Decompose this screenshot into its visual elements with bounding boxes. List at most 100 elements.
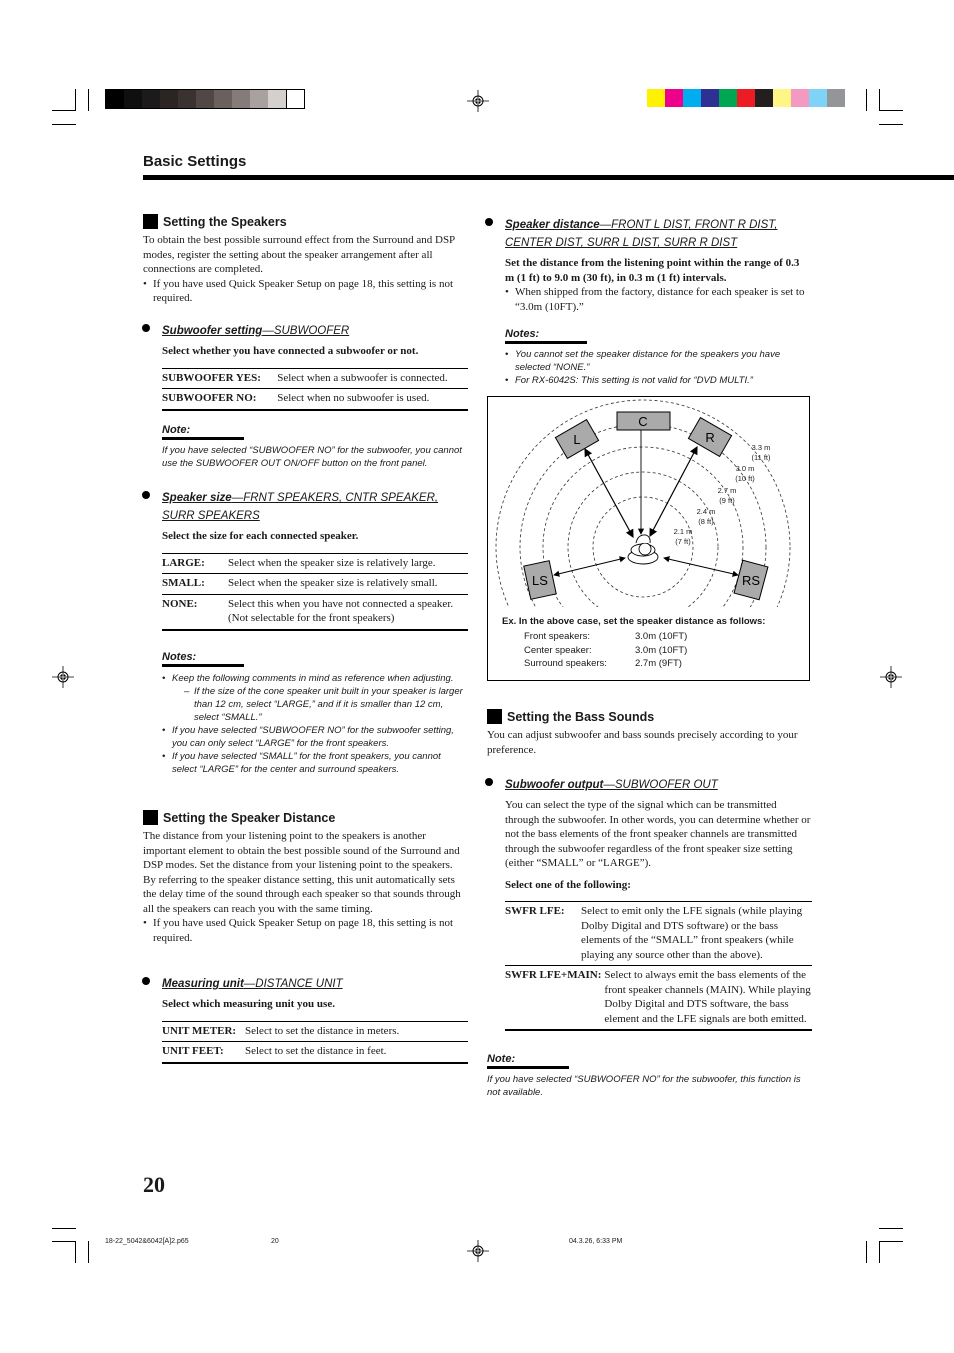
note-item: If you have selected “SMALL” for the fro… — [162, 750, 468, 776]
measuring-unit-title: Measuring unit—DISTANCE UNIT — [162, 978, 343, 990]
example-row: Front speakers: 3.0m (10FT) — [524, 631, 688, 642]
crop-mark — [879, 1241, 880, 1263]
footer-file-name: 18-22_5042&6042[A]2.p65 — [105, 1238, 189, 1245]
calibration-swatch — [683, 89, 701, 107]
section-title-bass: Setting the Bass Sounds — [487, 709, 812, 724]
bass-note-block: Note: If you have selected “SUBWOOFER NO… — [487, 1053, 812, 1099]
option-row: LARGE: Select when the speaker size is re… — [162, 553, 468, 574]
calibration-swatch — [124, 90, 142, 108]
crop-mark — [879, 124, 903, 125]
crop-mark — [75, 1241, 76, 1263]
distance-paragraph-1: The distance from your listening point t… — [143, 830, 460, 871]
calibration-swatch — [647, 89, 665, 107]
calibration-swatch — [214, 90, 232, 108]
calibration-swatch — [665, 89, 683, 107]
registration-mark-icon — [880, 666, 902, 688]
speaker-distance-diagram: C L R LS RS 2.1 m (7 ft) 2.4 m (8 ft) 2.… — [487, 396, 810, 681]
speaker-size-title: Speaker size—FRNT SPEAKERS, CNTR SPEAKER… — [162, 492, 439, 522]
example-title: Ex. In the above case, set the speaker d… — [502, 616, 766, 627]
ring-label-m: 3.3 m — [752, 443, 771, 452]
calibration-swatch — [232, 90, 250, 108]
bullet-icon — [142, 491, 150, 499]
note-item: Keep the following comments in mind as r… — [162, 672, 468, 724]
svg-text:R: R — [705, 430, 714, 445]
crop-mark — [52, 124, 76, 125]
option-row: UNIT FEET: Select to set the distance in … — [162, 1041, 468, 1063]
notes-heading: Notes: — [162, 651, 244, 667]
listener-icon — [627, 534, 659, 565]
subwoofer-output-block: Subwoofer output—SUBWOOFER OUT You can s… — [485, 775, 812, 1031]
calibration-swatch — [755, 89, 773, 107]
crop-mark — [88, 1241, 89, 1263]
crop-mark — [879, 1228, 903, 1229]
note-heading: Note: — [487, 1053, 569, 1069]
calibration-swatch — [737, 89, 755, 107]
speaker-RS: RS — [733, 559, 769, 601]
notes-list: Keep the following comments in mind as r… — [162, 672, 468, 776]
calibration-swatch — [178, 90, 196, 108]
bass-intro: You can adjust subwoofer and bass sounds… — [487, 729, 798, 756]
calibration-swatch — [827, 89, 845, 107]
distance-paragraph-2: By referring to the speaker distance set… — [143, 873, 461, 915]
example-row: Center speaker: 3.0m (10FT) — [524, 644, 688, 656]
distance-bullet: If you have used Quick Speaker Setup on … — [143, 916, 468, 945]
bullet-icon — [142, 977, 150, 985]
option-row: NONE: Select this when you have not conne… — [162, 594, 468, 630]
subwoofer-output-instruction: Select one of the following: — [505, 878, 631, 891]
svg-text:RS: RS — [742, 573, 760, 588]
bullet-icon — [485, 218, 493, 226]
speaker-distance-title: Speaker distance—FRONT L DIST, FRONT R D… — [505, 219, 778, 249]
option-row: SWFR LFE+MAIN: Select to always emit the … — [505, 965, 812, 1030]
subwoofer-instruction: Select whether you have connected a subw… — [162, 345, 419, 357]
calibration-swatch — [250, 90, 268, 108]
speaker-size-instruction: Select the size for each connected speak… — [162, 530, 359, 542]
ring-label-ft: (7 ft) — [675, 537, 691, 546]
section-marker-icon — [143, 214, 158, 229]
option-row: SMALL: Select when the speaker size is re… — [162, 573, 468, 595]
speaker-distance-instruction: Set the distance from the listening poin… — [505, 257, 800, 284]
page-header-title: Basic Settings — [143, 153, 247, 170]
sub-note-item: If the size of the cone speaker unit bui… — [184, 685, 468, 724]
calibration-swatch — [286, 90, 304, 108]
registration-mark-icon — [467, 1240, 489, 1262]
bullet-icon — [142, 324, 150, 332]
section-marker-icon — [487, 709, 502, 724]
note-heading: Note: — [162, 424, 244, 440]
ring-label-m: 3.0 m — [736, 464, 755, 473]
arrow-left — [584, 447, 634, 539]
speaker-L: L — [554, 418, 600, 460]
calibration-swatch — [701, 89, 719, 107]
crop-mark — [52, 1241, 76, 1242]
crop-mark — [75, 89, 76, 111]
crop-mark — [88, 89, 89, 111]
note-text: If you have selected “SUBWOOFER NO” for … — [487, 1074, 801, 1098]
calibration-swatch — [791, 89, 809, 107]
registration-mark-icon — [467, 90, 489, 112]
header-rule — [143, 175, 954, 180]
ring-label-m: 2.4 m — [697, 507, 716, 516]
section-title-distance: Setting the Speaker Distance — [143, 810, 468, 825]
crop-mark — [52, 1228, 76, 1229]
calibration-swatch — [773, 89, 791, 107]
svg-text:LS: LS — [532, 573, 548, 588]
section-marker-icon — [143, 810, 158, 825]
ring-label-ft: (10 ft) — [735, 474, 755, 483]
note-text: If you have selected “SUBWOOFER NO” for … — [162, 444, 462, 469]
distance-section: Setting the Speaker Distance The distanc… — [143, 810, 468, 945]
speaker-size-block: Speaker size—FRNT SPEAKERS, CNTR SPEAKER… — [142, 488, 468, 776]
option-row: UNIT METER: Select to set the distance in… — [162, 1021, 468, 1042]
ring-label-ft: (11 ft) — [751, 453, 771, 462]
speakers-section: Setting the Speakers To obtain the best … — [143, 214, 468, 306]
measuring-unit-block: Measuring unit—DISTANCE UNIT Select whic… — [142, 974, 468, 1064]
subwoofer-options-table: SUBWOOFER YES: Select when a subwoofer is… — [162, 368, 468, 411]
calibration-swatch — [106, 90, 124, 108]
arrow-right — [649, 445, 698, 538]
calibration-swatch — [196, 90, 214, 108]
calibration-swatch — [809, 89, 827, 107]
arrow-left-surround — [553, 556, 626, 577]
bass-section: Setting the Bass Sounds You can adjust s… — [487, 709, 812, 757]
intro-bullet: If you have used Quick Speaker Setup on … — [143, 277, 468, 306]
ring-label-ft: (8 ft) — [698, 517, 714, 526]
footer-timestamp: 04.3.26, 6:33 PM — [569, 1238, 623, 1245]
option-row: SWFR LFE: Select to emit only the LFE sig… — [505, 901, 812, 966]
